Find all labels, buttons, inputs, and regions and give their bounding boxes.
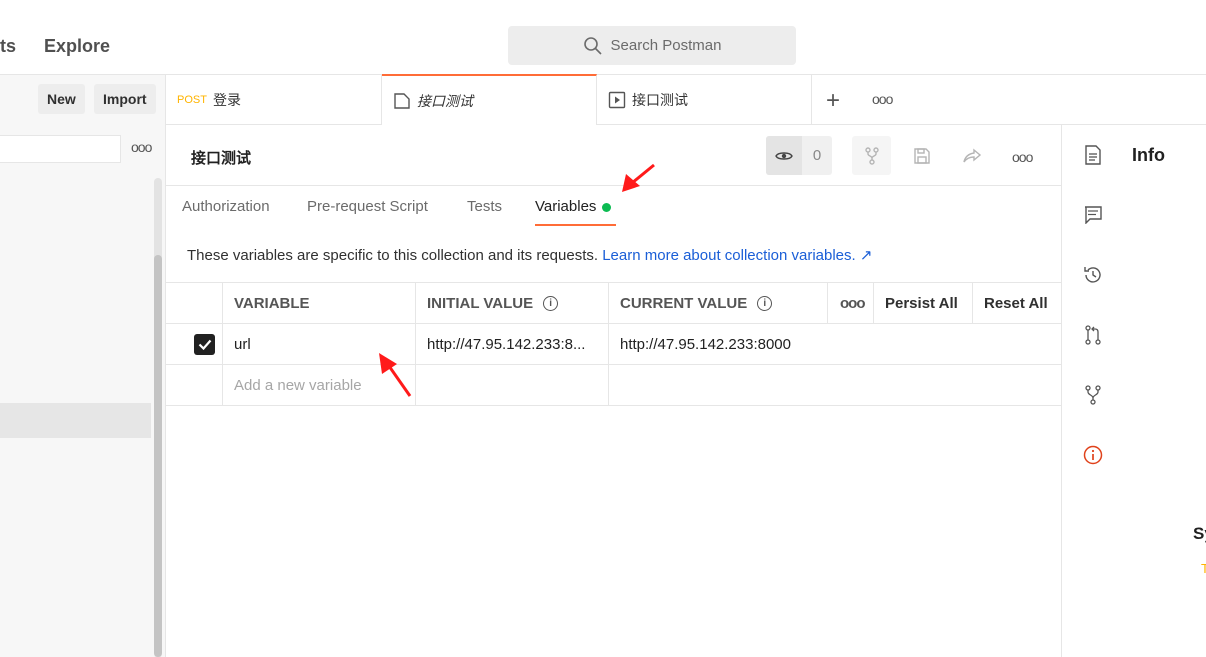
tab-label: 接口测试 (417, 92, 473, 109)
tabs-more-icon[interactable]: ooo (872, 91, 893, 107)
eye-icon (766, 136, 802, 175)
collection-subtabs: Authorization Pre-request Script Tests V… (166, 185, 1061, 226)
method-badge: POST (177, 94, 207, 106)
watch-button[interactable]: 0 (766, 136, 832, 175)
nav-workspaces-partial[interactable]: ts (0, 36, 16, 57)
search-input[interactable]: Search Postman (508, 26, 796, 65)
new-variable-input[interactable]: Add a new variable (223, 365, 416, 405)
sidebar: New Import ooo (0, 75, 166, 657)
collection-main: 接口测试 0 ooo Authorization Pre-request Scr… (166, 125, 1061, 657)
collection-icon (394, 92, 410, 109)
tab-runner[interactable]: 接口测试 (597, 75, 812, 125)
variables-description: These variables are specific to this col… (187, 246, 872, 264)
tab-tests[interactable]: Tests (467, 198, 502, 215)
info-icon[interactable]: i (757, 295, 773, 311)
info-icon[interactable] (1082, 444, 1104, 466)
collection-title[interactable]: 接口测试 (191, 147, 251, 168)
pull-request-icon[interactable] (1082, 324, 1104, 346)
search-placeholder: Search Postman (610, 37, 722, 54)
tab-variables[interactable]: Variables (535, 198, 612, 215)
watch-count: 0 (812, 147, 822, 164)
sidebar-more-icon[interactable]: ooo (131, 139, 152, 155)
import-button[interactable]: Import (94, 84, 156, 114)
panel-text-partial: T (1201, 561, 1206, 576)
new-variable-row: Add a new variable (166, 365, 1061, 406)
sidebar-scrollbar-thumb[interactable] (154, 255, 162, 657)
current-value-field[interactable]: http://47.95.142.233:8000 (609, 324, 1061, 364)
share-icon[interactable] (952, 136, 991, 175)
add-tab-icon[interactable]: + (826, 87, 840, 115)
tab-label: 登录 (212, 92, 241, 108)
history-icon[interactable] (1082, 264, 1104, 286)
table-more-icon[interactable]: ooo (828, 283, 874, 323)
fork-icon[interactable] (852, 136, 891, 175)
play-icon (608, 91, 626, 109)
panel-heading-partial: Sy (1193, 524, 1206, 543)
tab-authorization[interactable]: Authorization (182, 198, 270, 215)
top-bar: ts Explore Search Postman (0, 0, 1206, 75)
header-variable: VARIABLE (223, 283, 416, 323)
active-tab-indicator (535, 224, 616, 226)
persist-all-button[interactable]: Persist All (874, 283, 973, 323)
active-dot-icon (602, 202, 612, 212)
tab-label: 接口测试 (632, 92, 688, 108)
enabled-checkbox[interactable] (194, 333, 215, 355)
right-context-panel: Info Sy T (1061, 125, 1206, 657)
new-initial-value-input[interactable] (416, 365, 609, 405)
new-button[interactable]: New (38, 84, 85, 114)
initial-value-field[interactable]: http://47.95.142.233:8... (416, 324, 609, 364)
description-text: These variables are specific to this col… (187, 247, 599, 264)
request-tabs: POST 登录 接口测试 接口测试 + ooo (166, 74, 1206, 125)
table-header-row: VARIABLE INITIAL VALUE i CURRENT VALUE i o… (166, 282, 1061, 324)
sidebar-selected-item[interactable] (0, 403, 151, 438)
reset-all-button[interactable]: Reset All (973, 283, 1061, 323)
row-checkbox-cell (166, 365, 223, 405)
tab-collection-active[interactable]: 接口测试 (382, 74, 597, 125)
info-panel-title: Info (1132, 145, 1165, 165)
learn-more-link[interactable]: Learn more about collection variables. ↗ (602, 247, 872, 264)
header-initial-value: INITIAL VALUE i (416, 283, 609, 323)
tab-variables-label: Variables (535, 198, 597, 215)
info-icon[interactable]: i (543, 295, 559, 311)
search-icon (583, 36, 602, 55)
variable-name-field[interactable]: url (223, 324, 416, 364)
sidebar-filter-input[interactable] (0, 135, 121, 163)
fork-icon[interactable] (1082, 384, 1104, 406)
header-checkbox-col (166, 283, 223, 323)
new-current-value-input[interactable] (609, 365, 1061, 405)
nav-explore[interactable]: Explore (44, 36, 110, 57)
table-row: url http://47.95.142.233:8... http://47.… (166, 324, 1061, 365)
tab-pre-request-script[interactable]: Pre-request Script (307, 198, 428, 215)
collection-more-icon[interactable]: ooo (1012, 149, 1033, 165)
header-current-value: CURRENT VALUE i (609, 283, 828, 323)
save-icon[interactable] (902, 136, 941, 175)
row-checkbox-cell (166, 324, 223, 364)
tab-login-request[interactable]: POST 登录 (166, 75, 382, 125)
documentation-icon[interactable] (1082, 144, 1104, 166)
comments-icon[interactable] (1082, 204, 1104, 226)
